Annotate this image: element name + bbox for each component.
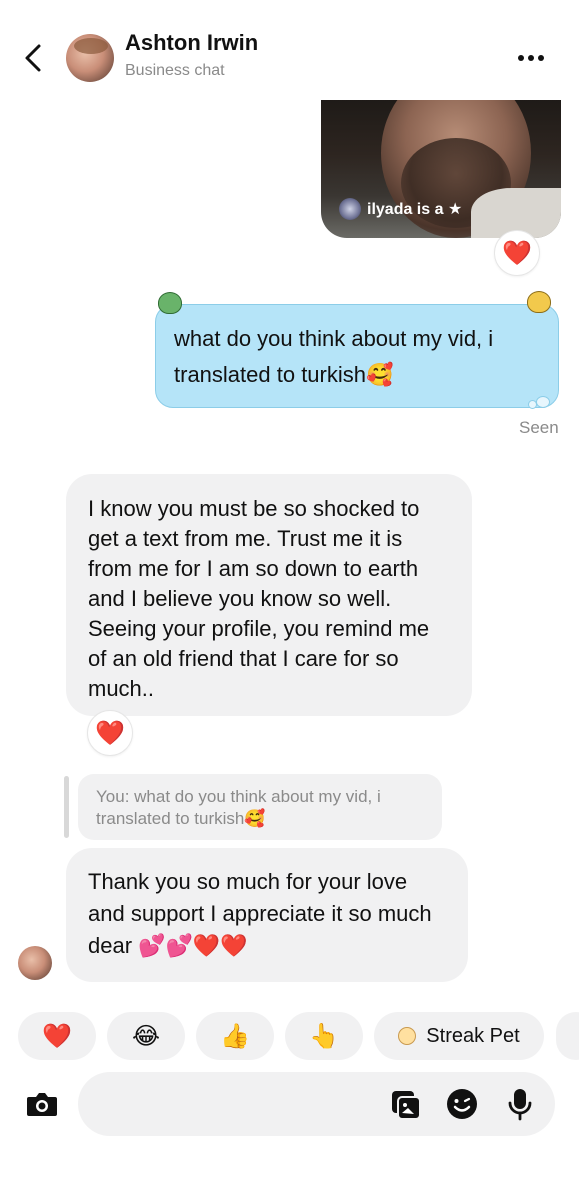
quick-reply-laugh[interactable]: 😂 (107, 1012, 185, 1060)
author-avatar (339, 198, 361, 220)
bubble-tail-icon (528, 396, 552, 410)
dog-sticker-icon (527, 291, 551, 313)
streak-pet-label: Streak Pet (426, 1024, 520, 1047)
quick-reply-thumbs-up[interactable]: 👍 (196, 1012, 274, 1060)
contact-name[interactable]: Ashton Irwin (125, 30, 258, 56)
video-author-name: ilyada is a ★ (367, 201, 463, 218)
heart-reaction[interactable]: ❤️ (87, 710, 133, 756)
chat-header: Ashton Irwin Business chat (0, 0, 579, 100)
avatar[interactable] (66, 34, 114, 82)
received-message[interactable]: Thank you so much for your love and supp… (66, 848, 468, 982)
heart-reaction[interactable]: ❤️ (494, 230, 540, 276)
sender-avatar[interactable] (18, 946, 52, 980)
video-author-tag: ilyada is a ★ (339, 198, 462, 220)
more-dots-icon[interactable] (518, 48, 558, 68)
microphone-icon[interactable] (502, 1086, 538, 1122)
streak-pet-icon (398, 1027, 417, 1045)
reply-quote-bar (64, 776, 69, 838)
camera-icon[interactable] (24, 1086, 60, 1122)
quick-reply-more[interactable] (556, 1012, 579, 1060)
shared-video-message[interactable]: ilyada is a ★ (321, 98, 561, 238)
chat-type-label: Business chat (125, 62, 225, 79)
frog-sticker-icon (158, 292, 182, 314)
message-input[interactable] (78, 1072, 555, 1136)
received-message[interactable]: I know you must be so shocked to get a t… (66, 474, 472, 716)
sent-message[interactable]: what do you think about my vid, i transl… (155, 304, 559, 408)
chevron-left-icon[interactable] (18, 38, 48, 78)
quick-reply-bar: ❤️ 😂 👍 👆 Streak Pet (0, 1012, 579, 1060)
streak-pet-button[interactable]: Streak Pet (374, 1012, 544, 1060)
quick-reply-point[interactable]: 👆 (285, 1012, 363, 1060)
sticker-icon[interactable] (388, 1086, 424, 1122)
quick-reply-heart[interactable]: ❤️ (18, 1012, 96, 1060)
emoji-icon[interactable] (444, 1086, 480, 1122)
seen-status: Seen (519, 418, 559, 437)
quoted-message[interactable]: You: what do you think about my vid, i t… (78, 774, 442, 840)
